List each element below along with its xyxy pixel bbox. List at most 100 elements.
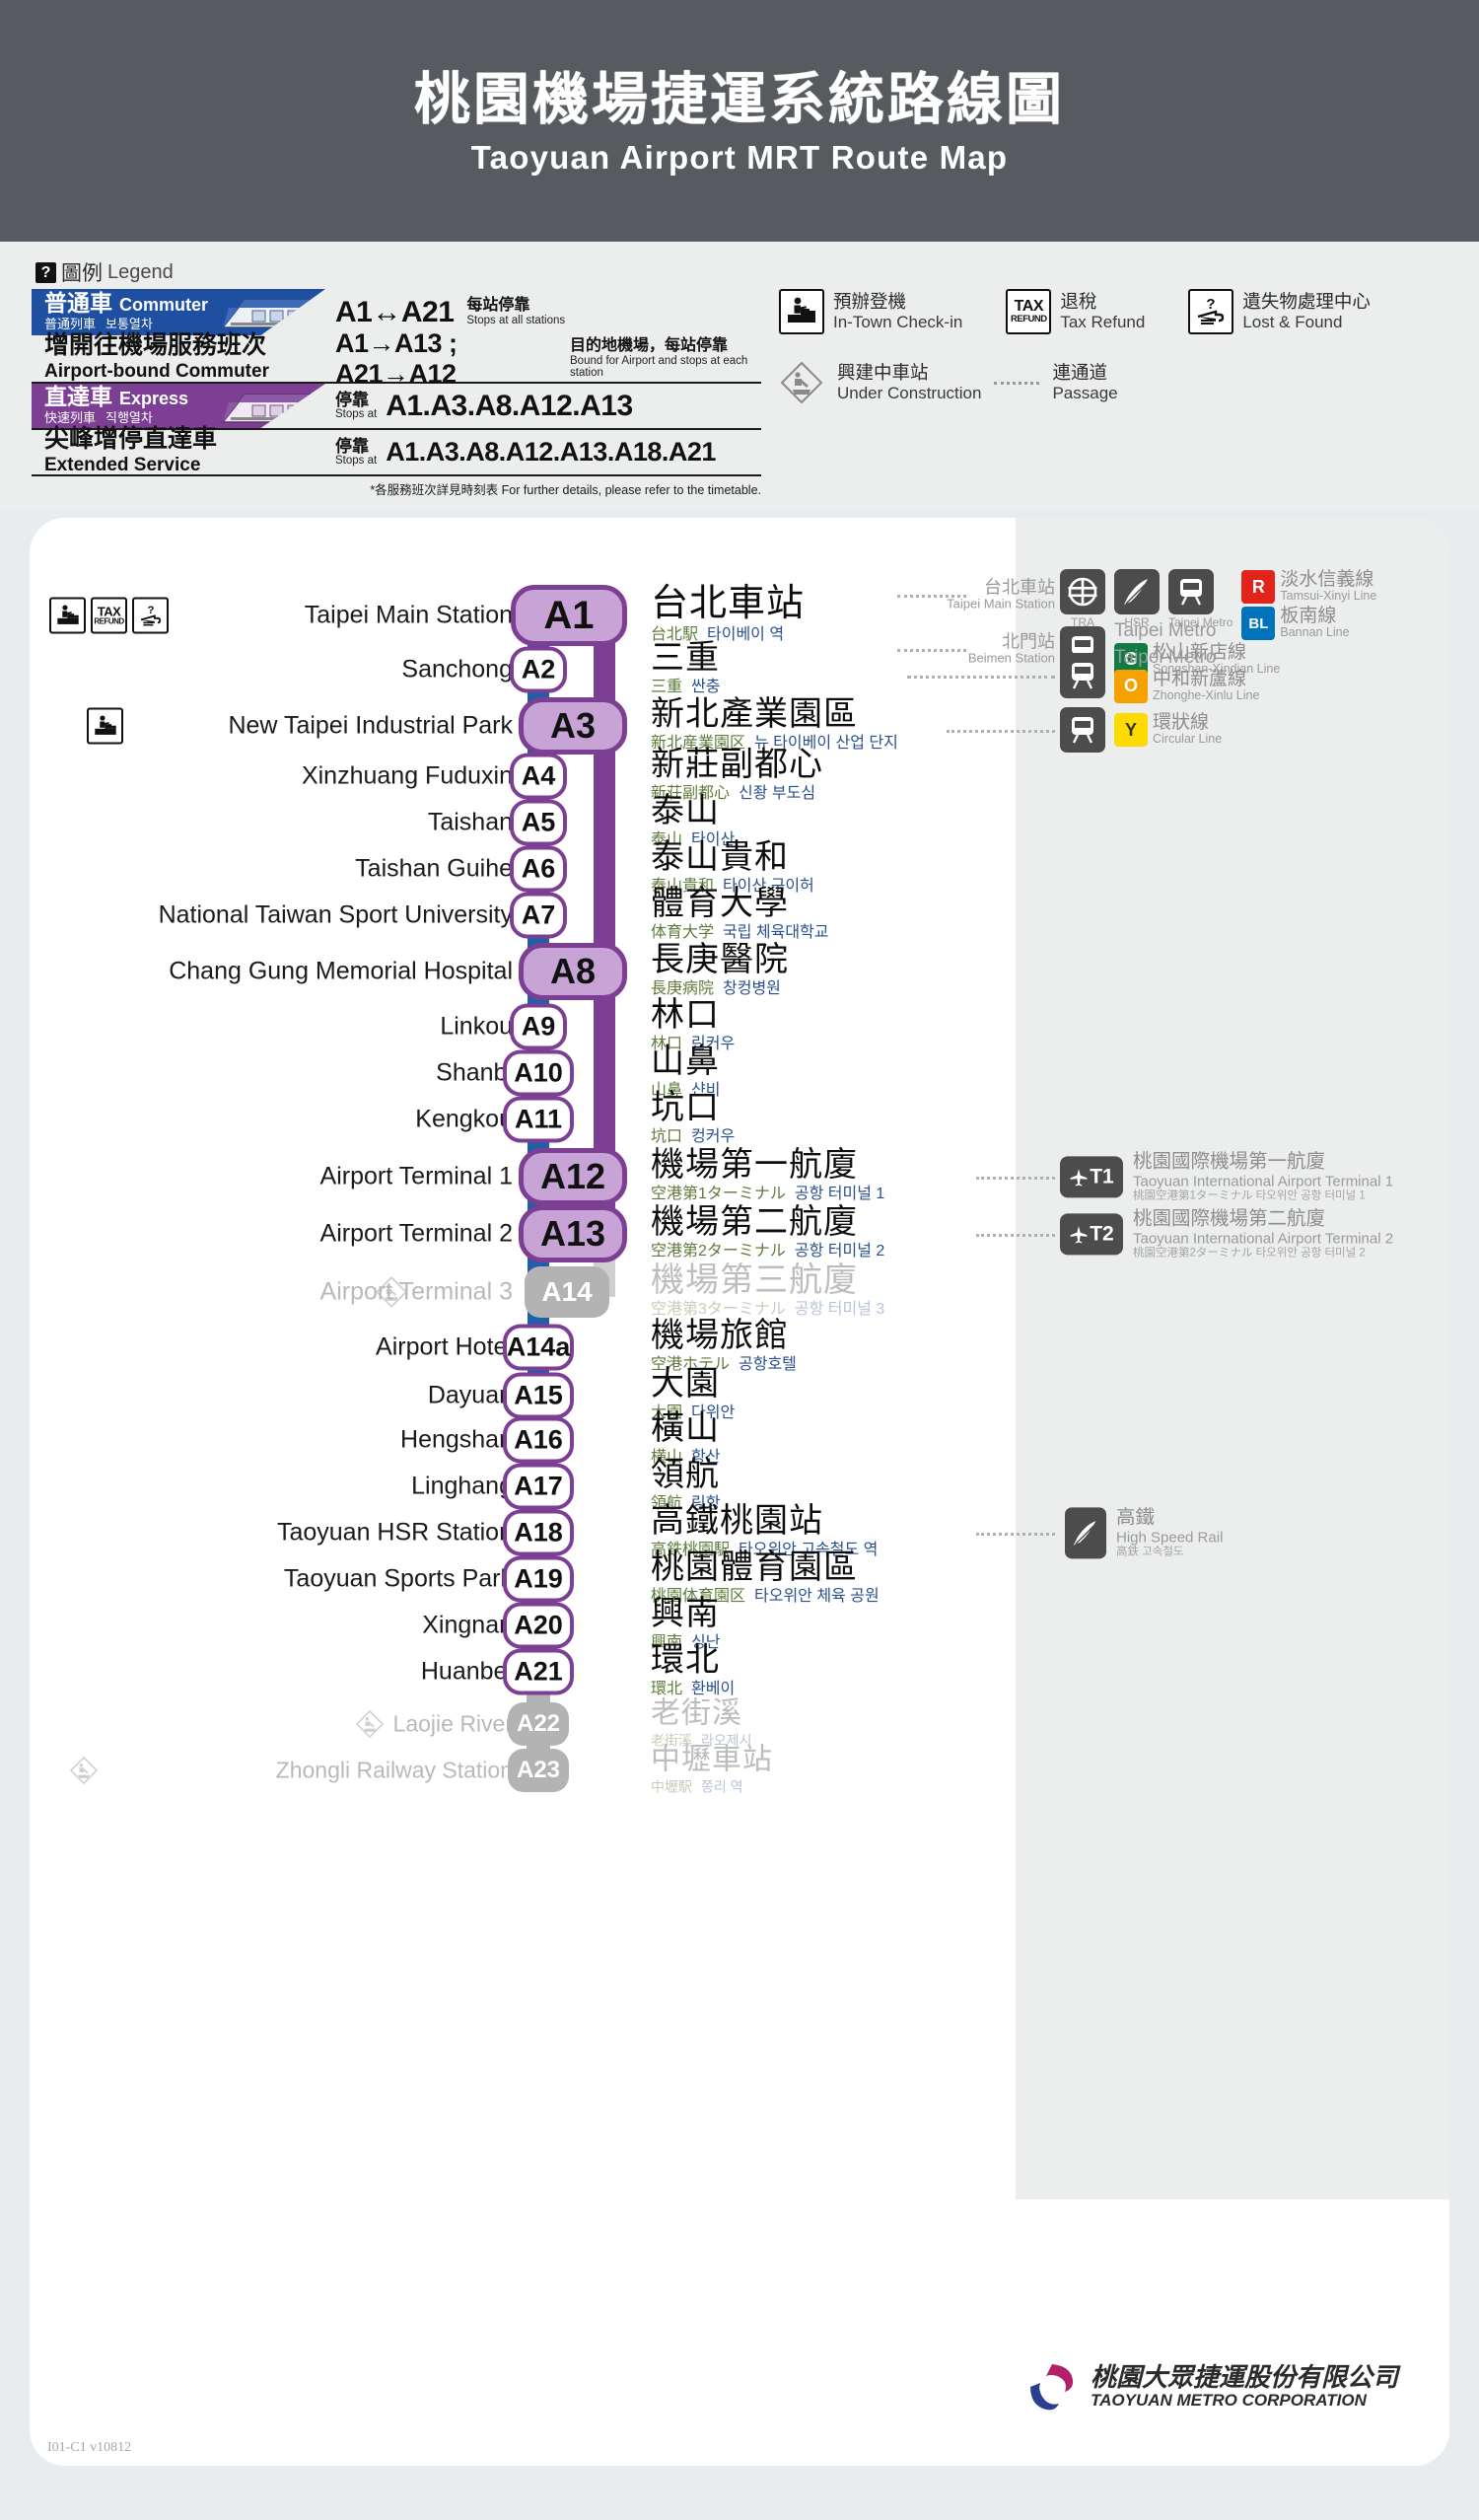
- corporate-logo-block: 桃園大眾捷運股份有限公司 TAOYUAN METRO CORPORATION: [1024, 2359, 1398, 2414]
- legend-label-chinese: 圖例: [61, 262, 103, 285]
- station-a11-marker[interactable]: A11: [503, 1096, 574, 1143]
- station-a3-marker[interactable]: A3: [519, 697, 627, 755]
- station-a21-name-en: Huanbei: [420, 1657, 513, 1686]
- express-stops-cn: 停靠: [335, 390, 369, 409]
- station-a23-name-en: Zhongli Railway Station: [275, 1757, 513, 1783]
- station-a9-name-en: Linkou: [440, 1012, 513, 1041]
- station-a4-name-en: Xinzhuang Fuduxin: [301, 761, 513, 790]
- station-a16-name-en: Hengshan: [400, 1425, 513, 1454]
- svg-text:?: ?: [1207, 296, 1216, 313]
- station-a23-name-ja: 中壢駅: [651, 1778, 692, 1795]
- taipei-metro-icon: [1060, 707, 1105, 753]
- station-a5-marker[interactable]: A5: [510, 799, 567, 846]
- station-a19-marker[interactable]: A19: [503, 1555, 574, 1603]
- extended-name-cn: 尖峰增停直達車: [44, 425, 218, 454]
- t2-label-cn: 桃園國際機場第二航廈: [1133, 1207, 1326, 1230]
- station-a3-facility-icons: [87, 707, 123, 745]
- station-a9-marker[interactable]: A9: [510, 1003, 567, 1050]
- service-name-extended: 尖峰增停直達車 Extended Service: [32, 425, 325, 475]
- station-a22-marker[interactable]: A22: [508, 1702, 569, 1746]
- line-entry-circular: Y 環狀線 Circular Line: [1114, 713, 1222, 747]
- commuter-name-en: Commuter: [119, 295, 209, 316]
- station-a23-marker[interactable]: A23: [508, 1749, 569, 1792]
- t2-label-sub: 桃園空港第2ターミナル 타오위안 공항 터미널 2: [1133, 1247, 1366, 1260]
- station-a18-name-en: Taoyuan HSR Station: [276, 1518, 513, 1547]
- station-a23-name-cn: 中壢車站: [651, 1743, 773, 1776]
- transfer-operators-sanchong: Taipei Metro O 中和新蘆線 Zhonghe-Xinlu Line: [1060, 648, 1259, 703]
- station-a7-name-cn: 體育大學: [651, 885, 789, 923]
- hsr-label-sub: 高鉄 고속철도: [1116, 1546, 1184, 1558]
- in-town-check-in-label-cn: 預辦登機: [833, 291, 907, 313]
- passage-dotted-a2: [907, 676, 1055, 679]
- transfer-taipei-main-en: Taipei Main Station: [947, 596, 1055, 612]
- station-a11-name-ko: 컹커우: [691, 1128, 736, 1146]
- airport-bound-name-cn: 增開往機場服務班次: [44, 331, 267, 360]
- station-a1-marker[interactable]: A1: [511, 585, 627, 646]
- extended-stops-en: Stops at: [335, 455, 378, 468]
- passage-label-cn: 連通道: [1052, 362, 1107, 384]
- station-a17-marker[interactable]: A17: [503, 1463, 574, 1510]
- taipei-metro-icon: [1060, 652, 1105, 698]
- legend-section: ? 圖例 Legend 普通車 Commuter 普通列車 보통열차 A1↔A2…: [0, 242, 1479, 510]
- station-a12-name-ko: 공항 터미널 1: [794, 1186, 885, 1203]
- station-a2-marker[interactable]: A2: [510, 646, 567, 693]
- station-a8-name-ja: 長庚病院: [651, 980, 715, 998]
- station-a9-name-cn: 林口: [651, 996, 720, 1035]
- station-a4-marker[interactable]: A4: [510, 753, 567, 800]
- express-codes: A1.A3.A8.A12.A13: [386, 389, 633, 422]
- service-row-extended: 尖峰增停直達車 Extended Service 停靠 Stops at A1.…: [32, 425, 761, 475]
- taoyuan-metro-logo-icon: [1029, 2364, 1074, 2411]
- legend-item-in-town-check-in: 預辦登機 In-Town Check-in: [779, 289, 962, 334]
- station-a4-name-ko: 신좡 부도심: [739, 785, 816, 803]
- station-a14-marker[interactable]: A14: [525, 1266, 609, 1318]
- passage-dotted-a3: [947, 730, 1055, 733]
- footnote-en: For further details, please refer to the…: [501, 483, 761, 497]
- service-detail-extended: 停靠 Stops at A1.A3.A8.A12.A13.A18.A21: [325, 430, 761, 474]
- station-a11-native: 坑口 坑口 컹커우: [651, 1091, 735, 1148]
- station-a16-marker[interactable]: A16: [503, 1416, 574, 1464]
- lost-and-found-icon: ?: [132, 597, 169, 634]
- express-name-ja: 快速列車: [44, 409, 97, 425]
- station-a8-marker[interactable]: A8: [519, 943, 627, 1000]
- t1-label-en: Taoyuan International Airport Terminal 1: [1133, 1172, 1394, 1189]
- extended-codes: A1.A3.A8.A12.A13.A18.A21: [386, 437, 716, 467]
- transfer-operators-new-taipei-industrial-park: Y 環狀線 Circular Line: [1060, 707, 1222, 753]
- line-entry-zhonghe-xinlu: O 中和新蘆線 Zhonghe-Xinlu Line: [1114, 670, 1259, 703]
- station-a8-name-ko: 창컹병원: [723, 980, 781, 998]
- station-a7-marker[interactable]: A7: [510, 892, 567, 939]
- transfer-beimen-en: Beimen Station: [967, 650, 1055, 666]
- station-a15-name-en: Dayuan: [427, 1381, 513, 1409]
- page-header: 桃園機場捷運系統路線圖 Taoyuan Airport MRT Route Ma…: [0, 0, 1479, 242]
- station-a15-marker[interactable]: A15: [503, 1372, 574, 1419]
- airplane-icon: T2: [1060, 1212, 1123, 1255]
- station-a12-marker[interactable]: A12: [519, 1148, 627, 1205]
- station-a18-marker[interactable]: A18: [503, 1509, 574, 1556]
- station-a14a-marker[interactable]: A14a: [503, 1324, 574, 1371]
- t1-label-cn: 桃園國際機場第一航廈: [1133, 1150, 1326, 1173]
- station-a10-marker[interactable]: A10: [503, 1049, 574, 1097]
- station-a12-name-cn: 機場第一航廈: [651, 1146, 858, 1185]
- station-a6-marker[interactable]: A6: [510, 845, 567, 893]
- station-a20-marker[interactable]: A20: [503, 1602, 574, 1649]
- legend-item-lost-and-found: ? 遺失物處理中心 Lost & Found: [1188, 289, 1371, 334]
- station-a2-native: 三重 三重 싼충: [651, 641, 720, 698]
- commuter-name-cn: 普通車: [44, 290, 112, 317]
- station-a21-name-ko: 환베이: [691, 1681, 736, 1698]
- line-zhonghe-xinlu-cn: 中和新蘆線: [1153, 669, 1247, 690]
- station-a22-name-cn: 老街溪: [651, 1696, 742, 1730]
- station-a23-name-ko: 쫑리 역: [701, 1778, 743, 1795]
- transfer-beimen-cn: 北門站: [1002, 631, 1055, 652]
- lost-and-found-icon: ?: [1188, 289, 1234, 334]
- commuter-name-ja: 普通列車: [44, 316, 97, 331]
- tax-refund-icon: TAX REFUND: [91, 597, 127, 634]
- page-title-chinese: 桃園機場捷運系統路線圖: [414, 68, 1065, 132]
- station-a7-name-ja: 体育大学: [651, 924, 715, 942]
- express-name-ko: 직행열차: [106, 409, 153, 425]
- station-a21-marker[interactable]: A21: [503, 1648, 574, 1695]
- station-a6-name-cn: 泰山貴和: [651, 838, 789, 877]
- station-a21-native: 環北 環北 환베이: [651, 1643, 735, 1700]
- station-a13-marker[interactable]: A13: [519, 1205, 627, 1262]
- t1-label-sub: 桃園空港第1ターミナル 타오위안 공항 터미널 1: [1133, 1189, 1366, 1202]
- corp-name-en: TAOYUAN METRO CORPORATION: [1090, 2390, 1367, 2410]
- station-a22-native: 老街溪 老街溪 라오제시: [651, 1698, 752, 1749]
